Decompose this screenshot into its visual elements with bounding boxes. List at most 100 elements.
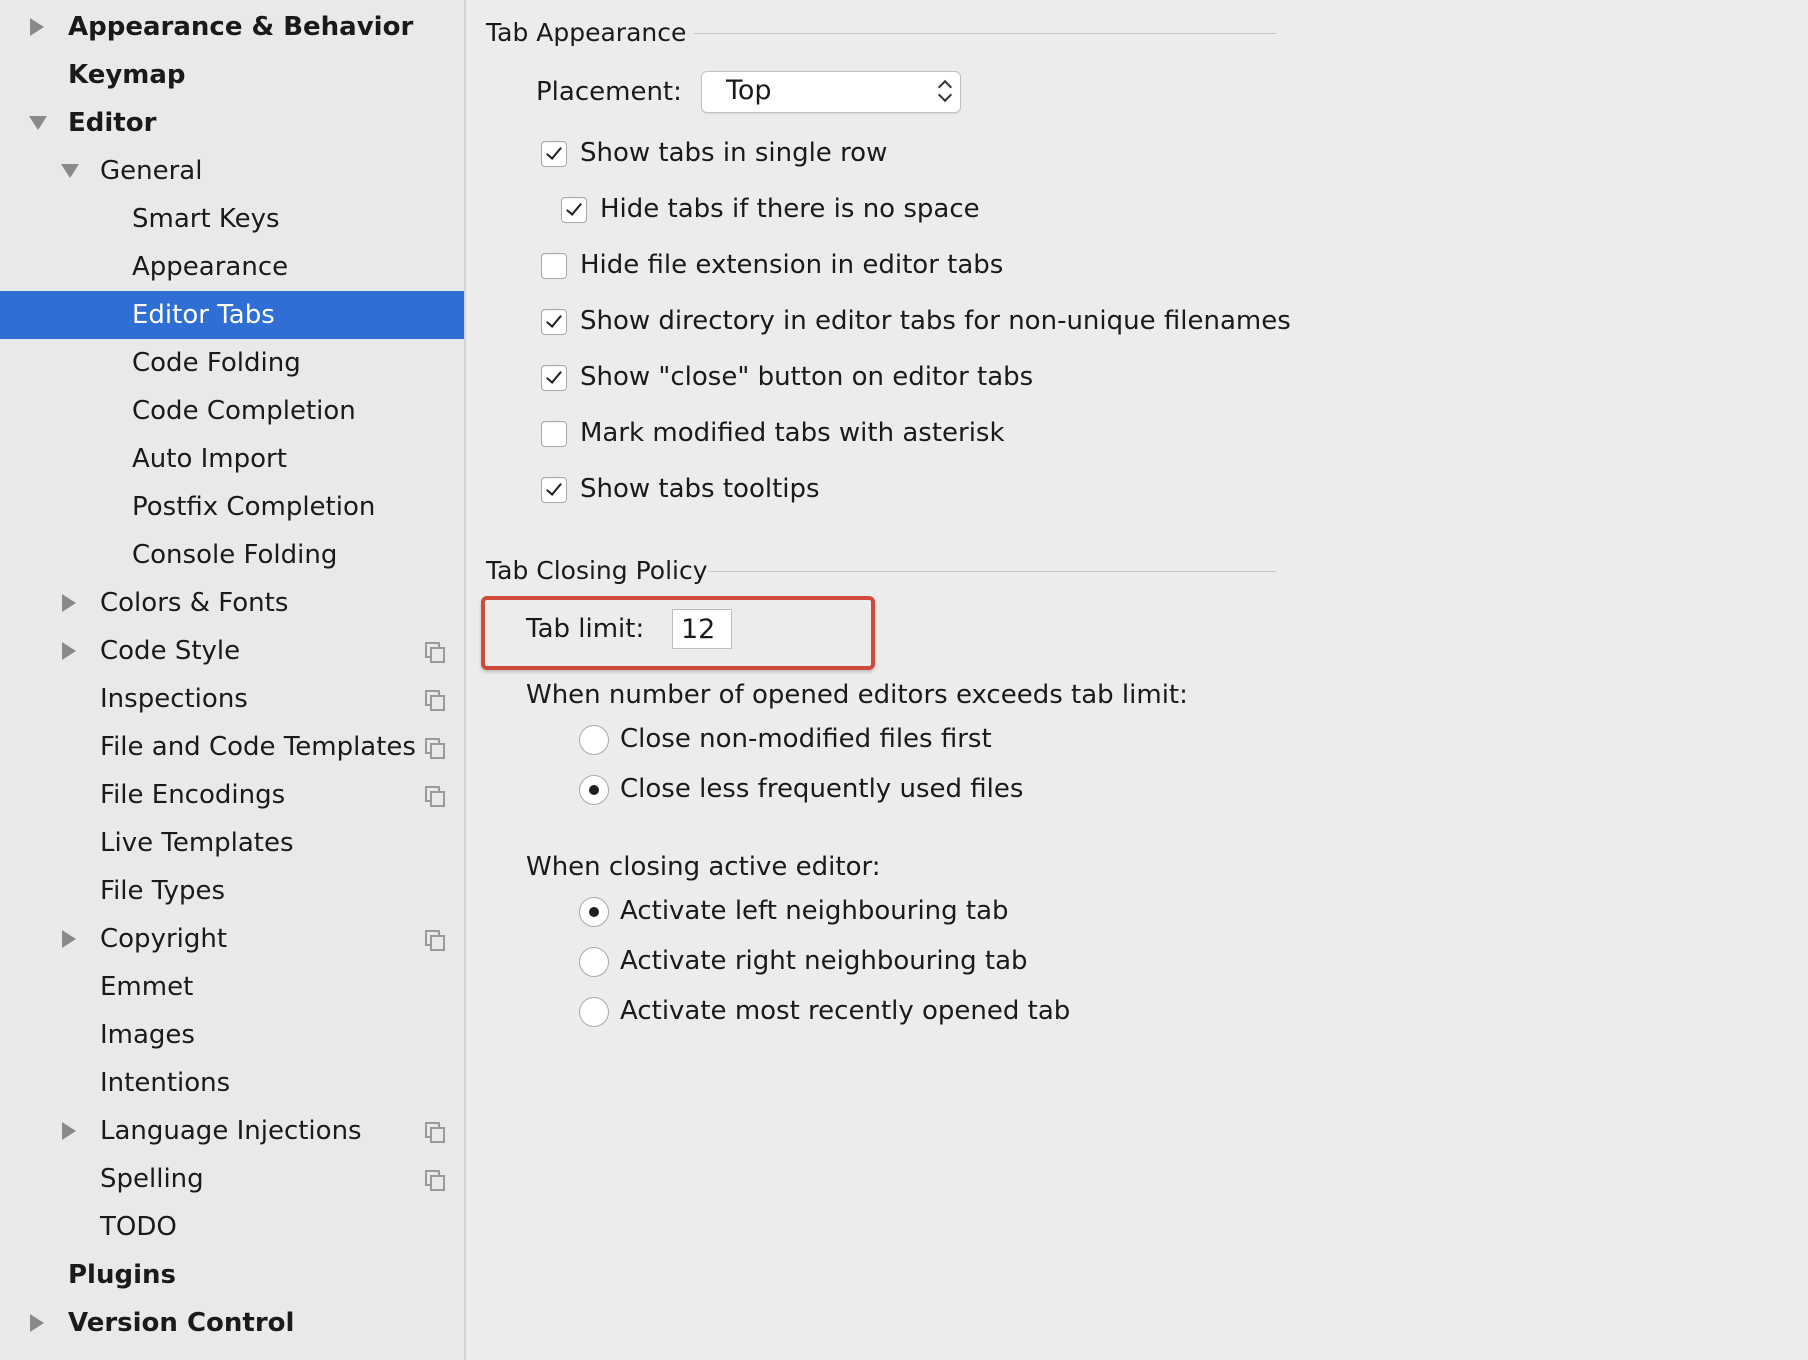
show-close-button-checkbox[interactable] — [541, 365, 567, 391]
sidebar-item-keymap[interactable]: Keymap — [0, 51, 464, 99]
sidebar-item-label: File Encodings — [100, 780, 286, 810]
checkbox-label: Hide file extension in editor tabs — [580, 250, 1004, 280]
sidebar-item-label: Postfix Completion — [132, 492, 376, 522]
sidebar-item-editor-tabs[interactable]: Editor Tabs — [0, 291, 464, 339]
sidebar-item-copyright[interactable]: Copyright — [0, 915, 464, 963]
radio-label: Activate most recently opened tab — [620, 996, 1071, 1026]
sidebar-item-smart-keys[interactable]: Smart Keys — [0, 195, 464, 243]
expand-arrow-icon[interactable] — [62, 594, 76, 612]
sidebar-item-label: Inspections — [100, 684, 248, 714]
collapse-arrow-icon[interactable] — [61, 164, 79, 178]
close-non-modified-radio[interactable] — [579, 725, 609, 755]
sidebar-item-label: Appearance & Behavior — [68, 12, 414, 42]
sidebar-item-console-folding[interactable]: Console Folding — [0, 531, 464, 579]
collapse-arrow-icon[interactable] — [29, 116, 47, 130]
group-divider — [708, 571, 1276, 572]
activate-recent-tab-radio[interactable] — [579, 997, 609, 1027]
sidebar-item-label: Code Completion — [132, 396, 356, 426]
project-settings-icon — [425, 930, 445, 951]
project-settings-icon — [425, 1170, 445, 1191]
sidebar-item-label: Copyright — [100, 924, 228, 954]
sidebar-item-label: Auto Import — [132, 444, 287, 474]
sidebar-item-postfix-completion[interactable]: Postfix Completion — [0, 483, 464, 531]
sidebar-item-auto-import[interactable]: Auto Import — [0, 435, 464, 483]
tab-closing-policy-group-title: Tab Closing Policy — [486, 556, 708, 585]
sidebar-item-plugins[interactable]: Plugins — [0, 1251, 464, 1299]
sidebar-item-label: Editor — [68, 108, 157, 138]
sidebar-item-inspections[interactable]: Inspections — [0, 675, 464, 723]
placement-select[interactable]: Top — [701, 71, 961, 113]
sidebar-item-file-code-templates[interactable]: File and Code Templates — [0, 723, 464, 771]
checkbox-label: Show "close" button on editor tabs — [580, 362, 1034, 392]
sidebar-item-label: Plugins — [68, 1260, 176, 1290]
tab-limit-label: Tab limit: — [526, 614, 645, 644]
radio-label: Close less frequently used files — [620, 774, 1024, 804]
show-tabs-tooltips-checkbox[interactable] — [541, 477, 567, 503]
tab-appearance-group-title: Tab Appearance — [486, 18, 687, 47]
sidebar-item-label: Appearance — [132, 252, 289, 282]
expand-arrow-icon[interactable] — [62, 1122, 76, 1140]
project-settings-icon — [425, 690, 445, 711]
sidebar-item-intentions[interactable]: Intentions — [0, 1059, 464, 1107]
placement-label: Placement: — [536, 77, 682, 107]
sidebar-item-language-injections[interactable]: Language Injections — [0, 1107, 464, 1155]
closing-active-editor-label: When closing active editor: — [526, 852, 881, 882]
sidebar-item-label: File and Code Templates — [100, 732, 416, 762]
sidebar-item-appearance[interactable]: Appearance — [0, 243, 464, 291]
checkbox-label: Show tabs in single row — [580, 138, 888, 168]
sidebar-item-spelling[interactable]: Spelling — [0, 1155, 464, 1203]
project-settings-icon — [425, 786, 445, 807]
radio-label: Activate left neighbouring tab — [620, 896, 1009, 926]
sidebar-item-label: Live Templates — [100, 828, 294, 858]
sidebar-item-file-types[interactable]: File Types — [0, 867, 464, 915]
group-divider — [694, 33, 1276, 34]
sidebar-item-label: General — [100, 156, 203, 186]
checkbox-label: Mark modified tabs with asterisk — [580, 418, 1005, 448]
sidebar-item-code-style[interactable]: Code Style — [0, 627, 464, 675]
sidebar-item-label: Intentions — [100, 1068, 231, 1098]
sidebar-item-appearance-behavior[interactable]: Appearance & Behavior — [0, 3, 464, 51]
activate-left-tab-radio[interactable] — [579, 897, 609, 927]
expand-arrow-icon[interactable] — [30, 1314, 44, 1332]
radio-label: Activate right neighbouring tab — [620, 946, 1028, 976]
sidebar-item-label: Colors & Fonts — [100, 588, 289, 618]
settings-sidebar: Appearance & Behavior Keymap Editor Gene… — [0, 0, 466, 1360]
close-less-frequently-radio[interactable] — [579, 775, 609, 805]
exceed-limit-label: When number of opened editors exceeds ta… — [526, 680, 1188, 710]
sidebar-item-label: Language Injections — [100, 1116, 362, 1146]
expand-arrow-icon[interactable] — [62, 930, 76, 948]
activate-right-tab-radio[interactable] — [579, 947, 609, 977]
tab-limit-input[interactable]: 12 — [672, 609, 732, 649]
expand-arrow-icon[interactable] — [62, 642, 76, 660]
sidebar-item-label: Spelling — [100, 1164, 204, 1194]
sidebar-item-code-folding[interactable]: Code Folding — [0, 339, 464, 387]
sidebar-item-colors-fonts[interactable]: Colors & Fonts — [0, 579, 464, 627]
sidebar-item-todo[interactable]: TODO — [0, 1203, 464, 1251]
checkbox-label: Show tabs tooltips — [580, 474, 820, 504]
show-directory-checkbox[interactable] — [541, 309, 567, 335]
sidebar-item-label: Smart Keys — [132, 204, 280, 234]
show-tabs-single-row-checkbox[interactable] — [541, 141, 567, 167]
sidebar-item-live-templates[interactable]: Live Templates — [0, 819, 464, 867]
checkbox-label: Show directory in editor tabs for non-un… — [580, 306, 1291, 336]
expand-arrow-icon[interactable] — [30, 18, 44, 36]
project-settings-icon — [425, 642, 445, 663]
hide-tabs-no-space-checkbox[interactable] — [561, 197, 587, 223]
sidebar-item-images[interactable]: Images — [0, 1011, 464, 1059]
sidebar-item-label: Version Control — [68, 1308, 295, 1338]
sidebar-item-label: Code Style — [100, 636, 241, 666]
project-settings-icon — [425, 1122, 445, 1143]
mark-modified-asterisk-checkbox[interactable] — [541, 421, 567, 447]
sidebar-item-file-encodings[interactable]: File Encodings — [0, 771, 464, 819]
sidebar-item-editor[interactable]: Editor — [0, 99, 464, 147]
project-settings-icon — [425, 738, 445, 759]
sidebar-item-code-completion[interactable]: Code Completion — [0, 387, 464, 435]
hide-file-extension-checkbox[interactable] — [541, 253, 567, 279]
sidebar-item-label: File Types — [100, 876, 226, 906]
sidebar-item-label: Keymap — [68, 60, 186, 90]
sidebar-item-label: Images — [100, 1020, 195, 1050]
sidebar-item-general[interactable]: General — [0, 147, 464, 195]
sidebar-item-version-control[interactable]: Version Control — [0, 1299, 464, 1347]
placement-select-value: Top — [726, 75, 772, 106]
sidebar-item-emmet[interactable]: Emmet — [0, 963, 464, 1011]
